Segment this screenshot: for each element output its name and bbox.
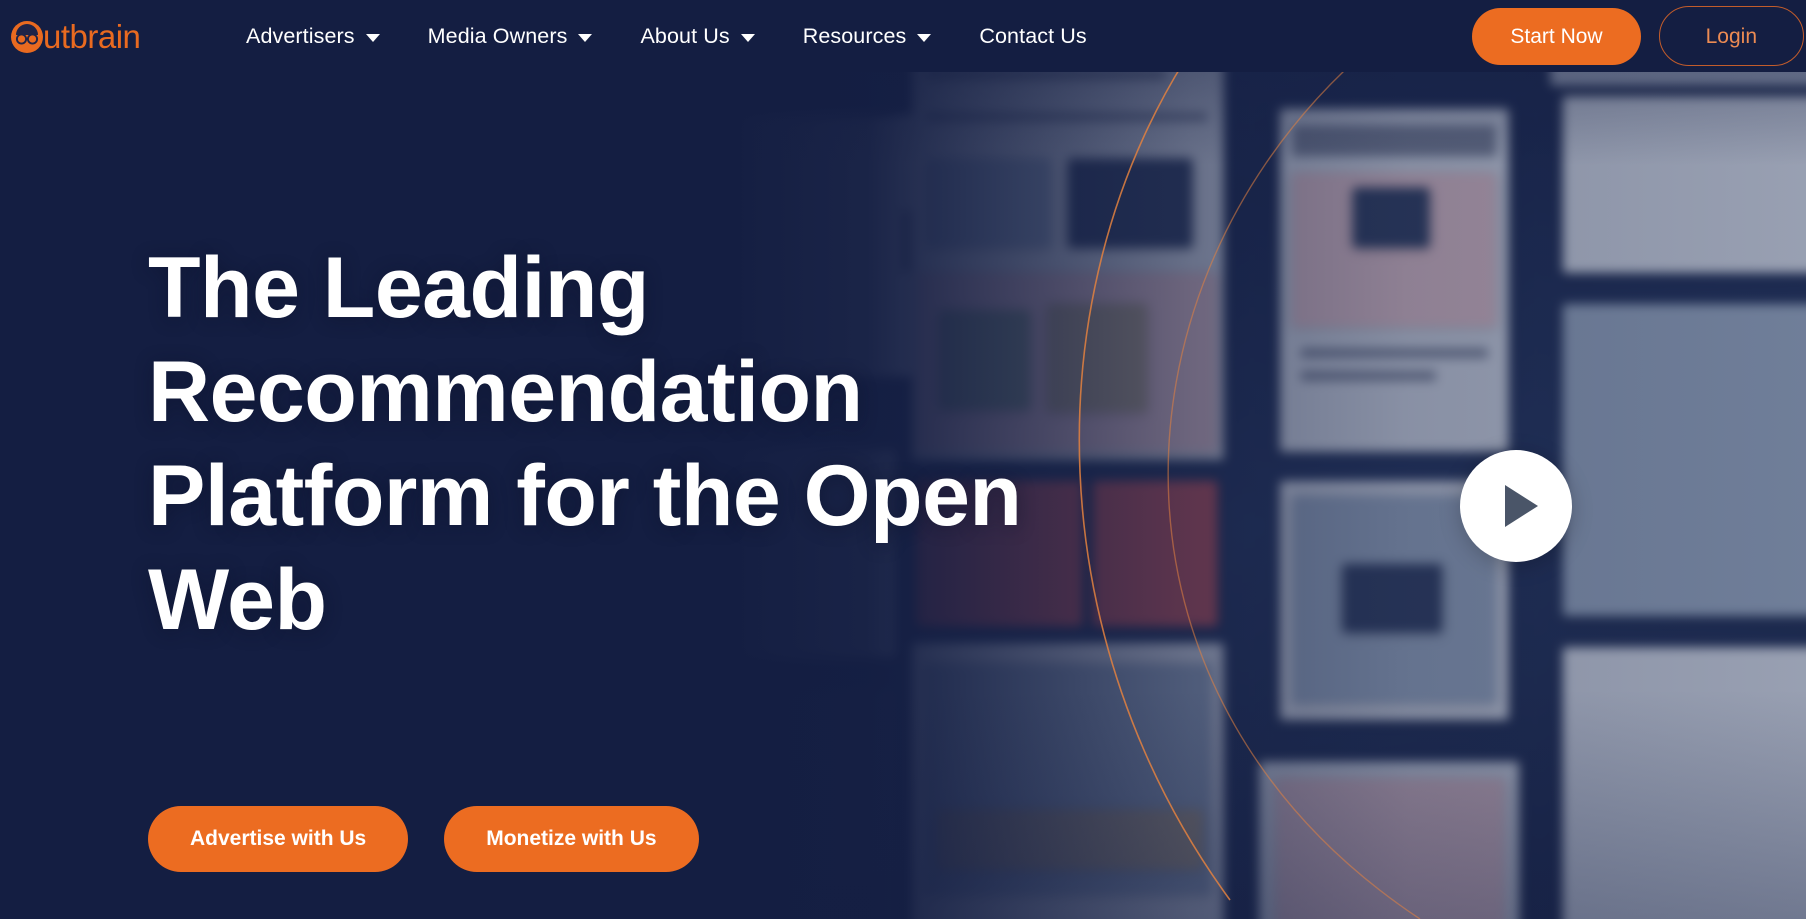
nav-item-media-owners[interactable]: Media Owners — [404, 0, 617, 72]
hero-headline: The Leading Recommendation Platform for … — [148, 236, 1108, 652]
headline-line: Platform for the Open — [148, 448, 1022, 544]
chevron-down-icon — [578, 33, 593, 42]
site-header: utbrain Advertisers Media Owners About U… — [0, 0, 1806, 72]
chevron-down-icon — [740, 33, 755, 42]
hero-cta-row: Advertise with Us Monetize with Us — [148, 806, 699, 872]
nav-item-about-us[interactable]: About Us — [616, 0, 778, 72]
header-actions: Start Now Login — [1472, 6, 1804, 66]
headline-line: The Leading — [148, 240, 649, 336]
nav-label: About Us — [640, 23, 730, 48]
headline-line: Recommendation — [148, 344, 863, 440]
outbrain-logo[interactable]: utbrain — [10, 15, 162, 57]
nav-item-contact-us[interactable]: Contact Us — [955, 0, 1110, 72]
outbrain-face-logo-icon: utbrain — [11, 18, 141, 55]
video-play-button[interactable] — [1460, 450, 1572, 562]
nav-label: Resources — [802, 23, 907, 48]
headline-line: Web — [148, 552, 327, 648]
nav-label: Media Owners — [427, 23, 568, 48]
play-icon — [1504, 485, 1538, 527]
hero-content: The Leading Recommendation Platform for … — [148, 236, 1108, 652]
advertise-with-us-button[interactable]: Advertise with Us — [148, 806, 409, 872]
main-navigation: Advertisers Media Owners About Us Resour… — [224, 0, 1472, 72]
start-now-button[interactable]: Start Now — [1472, 7, 1641, 65]
nav-label: Advertisers — [246, 23, 355, 48]
svg-text:utbrain: utbrain — [43, 18, 140, 55]
nav-label: Contact Us — [979, 23, 1087, 48]
nav-item-advertisers[interactable]: Advertisers — [224, 0, 404, 72]
nav-item-resources[interactable]: Resources — [779, 0, 956, 72]
login-button[interactable]: Login — [1658, 6, 1804, 66]
chevron-down-icon — [365, 33, 380, 42]
chevron-down-icon — [917, 33, 932, 42]
monetize-with-us-button[interactable]: Monetize with Us — [444, 806, 699, 872]
landing-page: utbrain Advertisers Media Owners About U… — [0, 0, 1806, 919]
